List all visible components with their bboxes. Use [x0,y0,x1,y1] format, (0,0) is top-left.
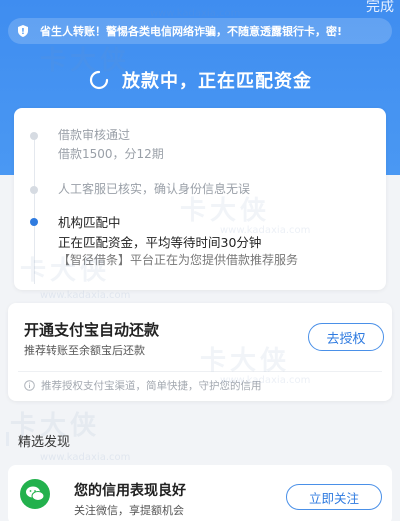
step-matching-dot [30,218,38,226]
step-matching-title: 机构匹配中 [58,215,121,230]
autopay-subtitle: 推荐转账至余额宝后还款 [24,344,145,357]
autopay-divider [18,371,382,372]
info-icon [24,380,35,391]
shield-icon: ! [16,24,30,38]
autopay-tip-text: 推荐授权支付宝渠道，简单快捷，守护您的信用 [41,380,262,392]
loading-spinner-icon [89,70,109,90]
step-matching-detail: 正在匹配资金，平均等待时间30分钟 [58,235,262,250]
fraud-notice-bar: ! 省生人转账！警惕各类电信网络诈骗，不随意透露银行卡，密! [8,18,392,44]
status-title: 放款中，正在匹配资金 [122,71,312,92]
step-approved-detail: 借款1500，分12期 [58,147,164,161]
step-approved-dot [30,132,38,140]
timeline-line [34,134,35,284]
section-title: 精选发现 [18,435,71,450]
alipay-autopay-card: 开通支付宝自动还款 推荐转账至余额宝后还款 去授权 推荐授权支付宝渠道，简单快捷… [8,303,392,401]
step-approved-title: 借款审核通过 [58,128,131,142]
follow-button[interactable]: 立即关注 [286,484,382,510]
follow-title: 您的信用表现良好 [74,483,186,499]
wechat-icon [20,479,50,509]
step-verified-dot [30,186,38,194]
authorize-button[interactable]: 去授权 [308,323,384,351]
loan-status-header: 放款中，正在匹配资金 [0,62,400,98]
step-verified-title: 人工客服已核实，确认身份信息无误 [58,182,251,196]
wechat-follow-card: 您的信用表现良好 关注微信，享提额机会 立即关注 [8,465,392,521]
autopay-title: 开通支付宝自动还款 [24,321,160,339]
fraud-notice-text: 省生人转账！警惕各类电信网络诈骗，不随意透露银行卡，密! [40,25,343,38]
loan-progress-timeline: 借款审核通过 借款1500，分12期 人工客服已核实，确认身份信息无误 机构匹配… [14,108,386,290]
svg-text:!: ! [21,27,25,36]
step-matching-note: 【智径借条】平台正在为您提供借款推荐服务 [58,253,299,267]
autopay-tip: 推荐授权支付宝渠道，简单快捷，守护您的信用 [24,378,262,393]
section-marker [6,432,9,446]
done-button[interactable]: 完成 [366,0,394,16]
follow-subtitle: 关注微信，享提额机会 [74,504,184,517]
watermark-url: www.kadaxia.com [40,290,131,301]
watermark-url: www.kadaxia.com [40,452,131,463]
